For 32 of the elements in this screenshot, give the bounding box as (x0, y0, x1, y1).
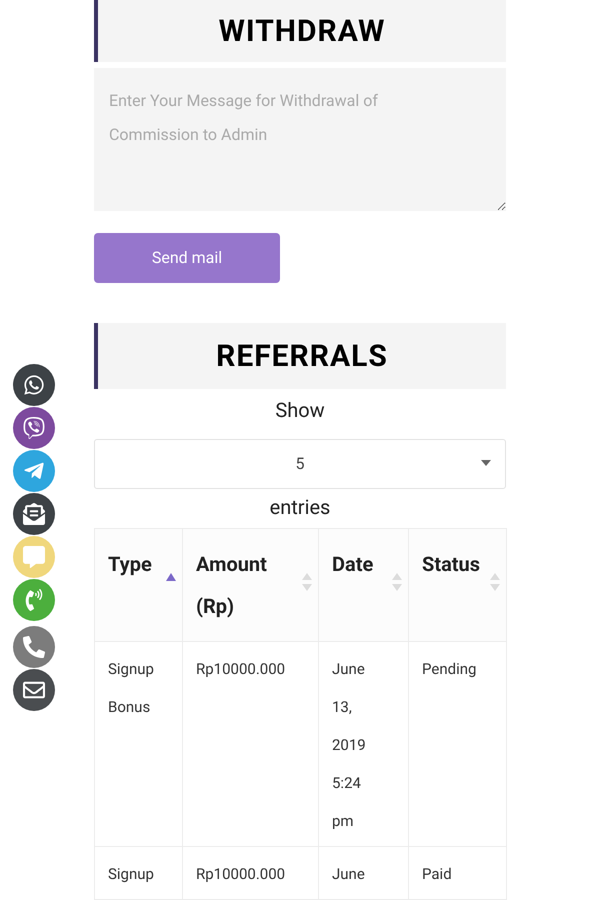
envelope-icon (23, 679, 45, 701)
contact-button[interactable] (13, 364, 55, 406)
table-cell: Rp10000.000 (182, 846, 318, 900)
table-cell: Pending (408, 642, 506, 846)
table-cell: Signup (94, 846, 182, 900)
phone-sound-icon (23, 589, 45, 611)
entries-label: entries (270, 494, 330, 521)
table-cell: Signup Bonus (94, 642, 182, 846)
show-label: Show (275, 397, 325, 424)
open-envelope-icon (23, 503, 45, 525)
dropdown-caret-icon (481, 460, 491, 466)
message-field[interactable]: Enter Your Message for Withdrawal of Commission to Admin (94, 68, 506, 211)
table-cell: Paid (408, 846, 506, 900)
contact-button[interactable] (13, 493, 55, 535)
paper-plane-icon (23, 460, 45, 482)
column-header[interactable]: Status (408, 528, 506, 642)
table-cell: June (318, 846, 408, 900)
send-mail-button[interactable]: Send mail (94, 233, 280, 283)
entries-select[interactable]: 5 (94, 439, 506, 489)
viber-icon (23, 417, 45, 439)
contact-button[interactable] (13, 669, 55, 711)
column-header[interactable]: Amount (Rp) (182, 528, 318, 642)
table-cell: Rp10000.000 (182, 642, 318, 846)
phone-icon (23, 636, 45, 658)
whatsapp-icon (23, 374, 45, 396)
chat-bubble-icon (23, 546, 45, 568)
contact-button[interactable] (13, 407, 55, 449)
column-header[interactable]: Type (94, 528, 182, 642)
column-header[interactable]: Date (318, 528, 408, 642)
section-title: REFERRALS (216, 338, 388, 376)
table-cell: June 13, 2019 5:24 pm (318, 642, 408, 846)
section-title: WITHDRAW (218, 12, 386, 50)
